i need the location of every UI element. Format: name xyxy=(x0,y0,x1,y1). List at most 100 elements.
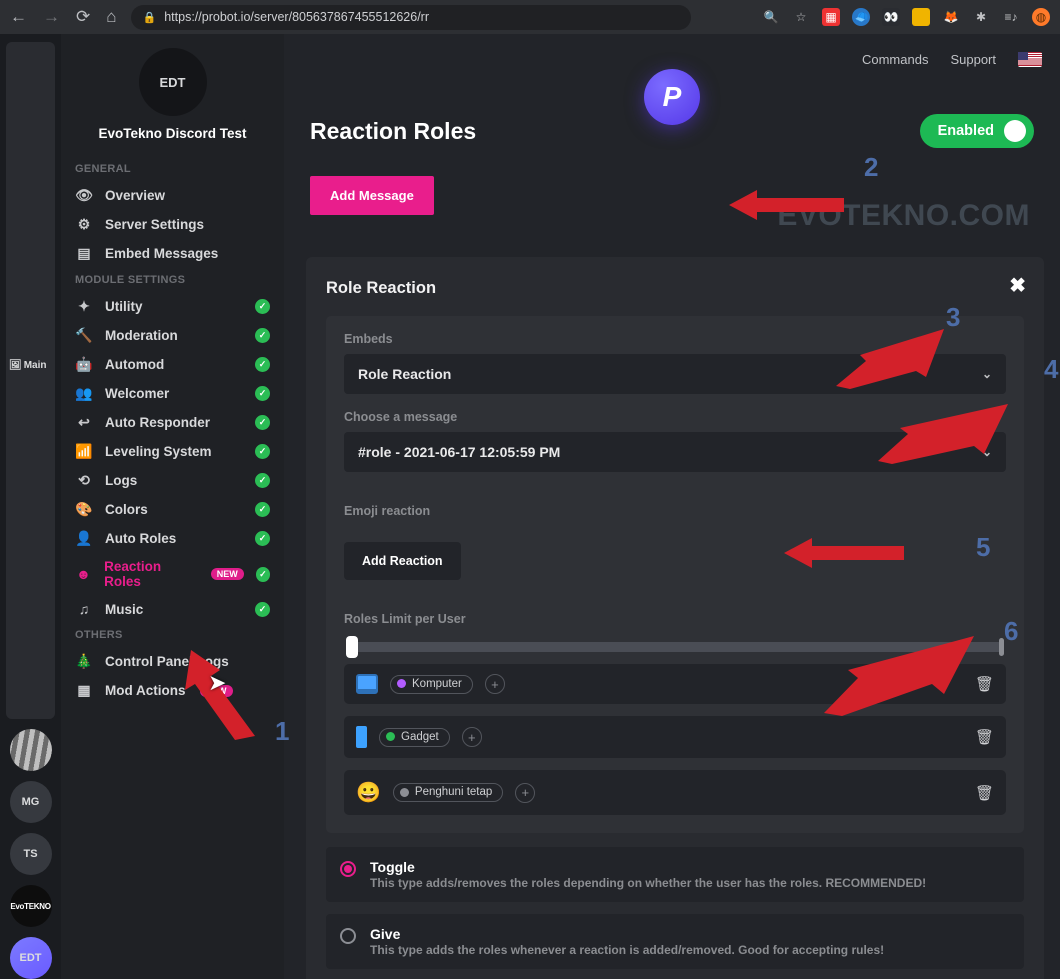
forward-icon[interactable]: → xyxy=(43,7,60,27)
reply-icon: ↩ xyxy=(75,414,93,431)
role-row[interactable]: 😀Penghuni tetap+🗑 xyxy=(344,770,1006,815)
enabled-toggle[interactable]: Enabled xyxy=(920,114,1034,148)
radio-icon[interactable] xyxy=(340,861,356,877)
add-role-icon[interactable]: + xyxy=(515,783,535,803)
server-avatar[interactable]: EDT xyxy=(139,48,207,116)
ext-icon-2[interactable]: 🧢 xyxy=(852,8,870,26)
mode-title: Toggle xyxy=(370,859,926,875)
nav-moderation[interactable]: 🔨Moderation✓ xyxy=(61,321,284,350)
gear-icon: ⚙ xyxy=(75,216,93,233)
role-pill[interactable]: Gadget xyxy=(379,728,450,747)
user-plus-icon: 👥 xyxy=(75,385,93,402)
nav-overview[interactable]: 👁Overview xyxy=(61,181,284,210)
nav-utility[interactable]: ✦Utility✓ xyxy=(61,292,284,321)
add-message-button[interactable]: Add Message xyxy=(310,176,434,215)
embeds-select[interactable]: Role Reaction ⌄ xyxy=(344,354,1006,394)
roles-limit-slider[interactable] xyxy=(346,642,1004,652)
trash-icon[interactable]: 🗑 xyxy=(975,784,994,802)
server-item-ts[interactable]: TS xyxy=(10,833,52,875)
trash-icon[interactable]: 🗑 xyxy=(975,728,994,746)
smile-icon: ☻ xyxy=(75,566,92,582)
chevron-down-icon: ⌄ xyxy=(982,445,992,459)
grid-icon: ▦ xyxy=(75,682,93,699)
server-item-edt[interactable]: EDT xyxy=(10,937,52,979)
check-icon: ✓ xyxy=(255,444,270,459)
nav-mod-actions[interactable]: ▦Mod ActionsNEW xyxy=(61,676,284,705)
section-general: GENERAL xyxy=(61,157,284,181)
mode-title: Give xyxy=(370,926,884,942)
probot-logo[interactable]: P xyxy=(644,69,700,125)
puzzle-icon[interactable]: ✱ xyxy=(972,8,990,26)
section-others: OTHERS xyxy=(61,623,284,647)
check-icon: ✓ xyxy=(255,357,270,372)
server-main[interactable]: 🖼Main xyxy=(6,42,55,719)
annot-2: 2 xyxy=(864,152,878,183)
annot-1: 1 xyxy=(275,716,289,747)
nav-colors[interactable]: 🎨Colors✓ xyxy=(61,495,284,524)
playlist-icon[interactable]: ≡♪ xyxy=(1002,8,1020,26)
nav-welcomer[interactable]: 👥Welcomer✓ xyxy=(61,379,284,408)
home-icon[interactable]: ⌂ xyxy=(106,7,116,27)
role-row[interactable]: Komputer + 🗑 xyxy=(344,664,1006,704)
ext-icon-4[interactable] xyxy=(912,8,930,26)
nav-reaction-roles[interactable]: ☻Reaction RolesNEW✓ xyxy=(61,553,284,595)
ext-icon-3[interactable]: 👀 xyxy=(882,8,900,26)
profile-icon[interactable]: ◍ xyxy=(1032,8,1050,26)
choose-message-select[interactable]: #role - 2021-06-17 12:05:59 PM ⌄ xyxy=(344,432,1006,472)
color-dot xyxy=(397,679,406,688)
reload-icon[interactable]: ⟳ xyxy=(76,7,90,27)
server-item-mg[interactable]: MG xyxy=(10,781,52,823)
check-icon: ✓ xyxy=(255,386,270,401)
nav-music[interactable]: ♫Music✓ xyxy=(61,595,284,623)
ext-icon-1[interactable]: ▦ xyxy=(822,8,840,26)
card-title: Role Reaction xyxy=(326,279,1024,298)
tree-icon: 🎄 xyxy=(75,653,93,670)
back-icon[interactable]: ← xyxy=(10,7,27,27)
link-commands[interactable]: Commands xyxy=(862,52,928,67)
mode-option[interactable]: GiveThis type adds the roles whenever a … xyxy=(326,914,1024,969)
nav-logs[interactable]: ⟲Logs✓ xyxy=(61,466,284,495)
roles-limit-label: Roles Limit per User xyxy=(344,612,1006,626)
nav-leveling[interactable]: 📶Leveling System✓ xyxy=(61,437,284,466)
zoom-icon[interactable]: 🔍 xyxy=(762,8,780,26)
role-row[interactable]: Gadget + 🗑 xyxy=(344,716,1006,758)
nav-server-settings[interactable]: ⚙Server Settings xyxy=(61,210,284,239)
cursor-icon: ➤ xyxy=(208,670,226,696)
nav-auto-responder[interactable]: ↩Auto Responder✓ xyxy=(61,408,284,437)
close-icon[interactable]: ✖ xyxy=(1009,273,1026,298)
add-role-icon[interactable]: + xyxy=(485,674,505,694)
emoji-reaction-label: Emoji reaction xyxy=(344,504,1006,518)
slider-thumb[interactable] xyxy=(346,636,358,658)
server-item-1[interactable] xyxy=(10,729,52,771)
role-pill[interactable]: Penghuni tetap xyxy=(393,783,503,802)
link-support[interactable]: Support xyxy=(950,52,996,67)
flag-icon[interactable] xyxy=(1018,52,1042,67)
star-icon[interactable]: ☆ xyxy=(792,8,810,26)
sidebar: EDT EvoTekno Discord Test GENERAL 👁Overv… xyxy=(61,34,284,979)
main-content: Commands Support P Reaction Roles Enable… xyxy=(284,34,1060,979)
add-role-icon[interactable]: + xyxy=(462,727,482,747)
mode-desc: This type adds the roles whenever a reac… xyxy=(370,943,884,957)
mode-desc: This type adds/removes the roles dependi… xyxy=(370,876,926,890)
color-dot xyxy=(386,732,395,741)
nav-automod[interactable]: 🤖Automod✓ xyxy=(61,350,284,379)
server-rail: 🖼Main MG TS EvoTEKNO EDT xyxy=(0,34,61,979)
check-icon: ✓ xyxy=(255,473,270,488)
server-item-evo[interactable]: EvoTEKNO xyxy=(10,885,52,927)
radio-icon[interactable] xyxy=(340,928,356,944)
role-pill[interactable]: Komputer xyxy=(390,675,473,694)
url-text: https://probot.io/server/805637867455512… xyxy=(164,10,429,24)
ext-icon-5[interactable]: 🦊 xyxy=(942,8,960,26)
add-reaction-button[interactable]: Add Reaction xyxy=(344,542,461,580)
trash-icon[interactable]: 🗑 xyxy=(975,675,994,693)
address-bar[interactable]: 🔒 https://probot.io/server/8056378674555… xyxy=(131,5,691,30)
nav-embed-messages[interactable]: ▤Embed Messages xyxy=(61,239,284,268)
music-icon: ♫ xyxy=(75,601,93,617)
check-icon: ✓ xyxy=(256,567,270,582)
nav-auto-roles[interactable]: 👤Auto Roles✓ xyxy=(61,524,284,553)
mode-option[interactable]: ToggleThis type adds/removes the roles d… xyxy=(326,847,1024,902)
levels-icon: 📶 xyxy=(75,443,93,460)
phone-icon xyxy=(356,726,367,748)
nav-control-panel-logs[interactable]: 🎄Control Panel Logs xyxy=(61,647,284,676)
browser-chrome: ← → ⟳ ⌂ 🔒 https://probot.io/server/80563… xyxy=(0,0,1060,34)
